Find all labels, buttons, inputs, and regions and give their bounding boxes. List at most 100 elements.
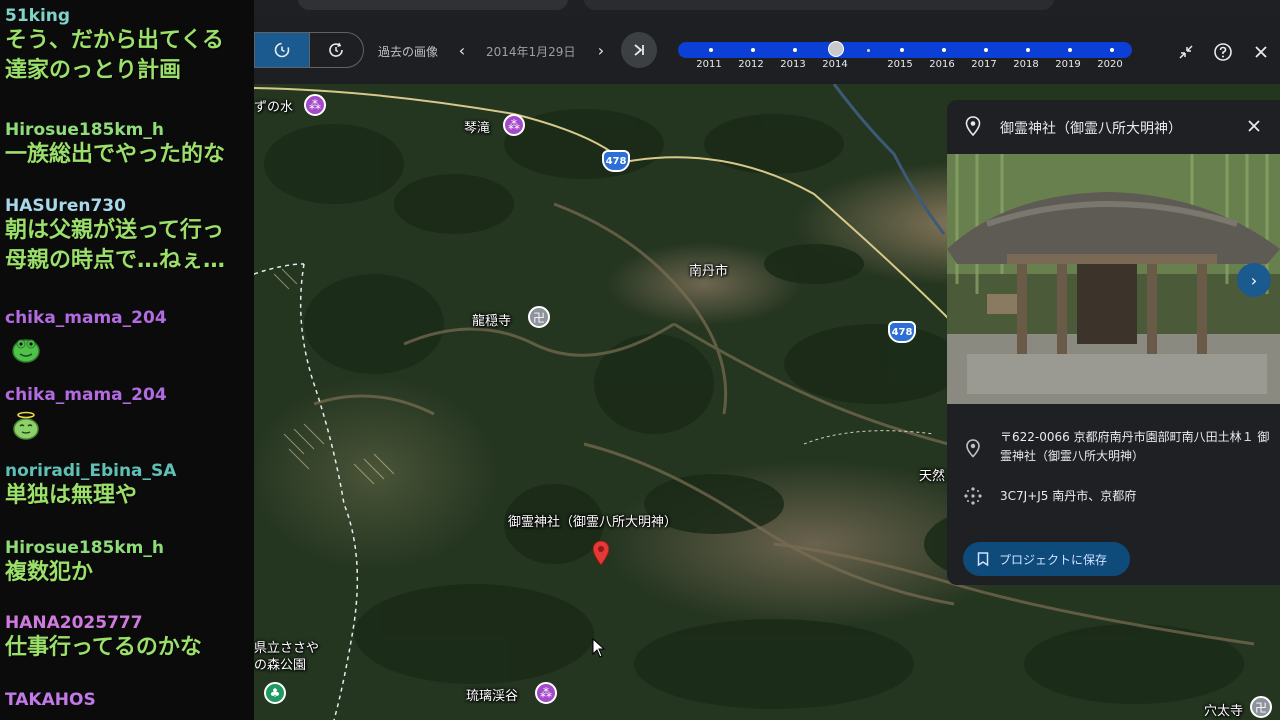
slider-tick[interactable] bbox=[751, 48, 755, 52]
attraction-pin-icon[interactable]: ⁂ bbox=[535, 682, 557, 704]
chat-username: HASUren730 bbox=[5, 196, 126, 216]
chat-panel: 51king そう、だから出てくる 達家のっとり計画 Hirosue185km_… bbox=[0, 0, 254, 720]
imagery-date: 2014年1月29日 bbox=[486, 45, 576, 59]
year-label[interactable]: 2018 bbox=[1013, 59, 1038, 70]
slider-tick[interactable] bbox=[709, 48, 713, 52]
save-button-label: プロジェクトに保存 bbox=[999, 552, 1108, 567]
slider-tick[interactable] bbox=[1026, 48, 1030, 52]
chat-text: そう、だから出てくる bbox=[5, 28, 224, 53]
imagery-mode-toggle[interactable] bbox=[254, 32, 364, 68]
slider-tick[interactable] bbox=[942, 48, 946, 52]
year-label[interactable]: 2020 bbox=[1097, 59, 1122, 70]
chat-username: 51king bbox=[5, 6, 71, 26]
route-shield-icon: 478 bbox=[602, 150, 630, 172]
chat-username: Hirosue185km_h bbox=[5, 120, 164, 140]
year-label[interactable]: 2011 bbox=[696, 59, 721, 70]
collapse-icon[interactable] bbox=[1175, 41, 1197, 63]
chat-message: Hirosue185km_h 一族総出でやった的な bbox=[5, 120, 225, 170]
year-label[interactable]: 2014 bbox=[822, 59, 847, 70]
slider-tick[interactable] bbox=[984, 48, 988, 52]
chat-message: 51king そう、だから出てくる 達家のっとり計画 bbox=[5, 6, 224, 86]
chat-username: noriradi_Ebina_SA bbox=[5, 461, 177, 481]
plus-code: 3C7J+J5 南丹市、京都府 bbox=[1000, 489, 1137, 503]
slider-tick[interactable] bbox=[867, 48, 870, 52]
map-label-ryuonji: 龍穏寺 bbox=[472, 314, 512, 329]
chevron-left-icon[interactable]: ‹ bbox=[452, 40, 472, 60]
park-pin-icon[interactable]: ♣ bbox=[264, 682, 286, 704]
route-shield-icon: 478 bbox=[888, 321, 916, 343]
search-box[interactable] bbox=[298, 0, 568, 10]
year-slider[interactable] bbox=[678, 41, 1132, 58]
current-imagery-button[interactable] bbox=[308, 33, 363, 67]
chat-text: 一族総出でやった的な bbox=[5, 142, 226, 167]
map-label-kotodaki: 琴滝 bbox=[464, 121, 491, 136]
chat-username: Hirosue185km_h bbox=[5, 538, 164, 558]
slider-tick[interactable] bbox=[900, 48, 904, 52]
map-label-tennen: 天然 bbox=[919, 469, 946, 484]
card-header: 御霊神社（御霊八所大明神） bbox=[947, 100, 1280, 154]
year-label[interactable]: 2017 bbox=[971, 59, 996, 70]
chat-text: 母親の時点で…ねぇ… bbox=[5, 248, 226, 273]
place-title: 御霊神社（御霊八所大明神） bbox=[1000, 121, 1182, 137]
skip-to-latest-button[interactable] bbox=[621, 32, 657, 68]
attraction-pin-icon[interactable]: ⁂ bbox=[503, 114, 525, 136]
location-pin-icon bbox=[966, 439, 980, 458]
chat-message: TAKAHOS bbox=[5, 690, 96, 710]
chat-message: noriradi_Ebina_SA 単独は無理や bbox=[5, 461, 176, 511]
past-imagery-label: 過去の画像 bbox=[378, 45, 439, 59]
place-photo[interactable] bbox=[947, 154, 1280, 404]
chat-text: 複数犯か bbox=[5, 560, 94, 585]
location-marker-icon[interactable] bbox=[593, 541, 609, 565]
slider-tick[interactable] bbox=[1068, 48, 1072, 52]
search-bar-strip bbox=[254, 0, 1280, 16]
attraction-pin-icon[interactable]: ⁂ bbox=[304, 94, 326, 116]
slider-tick[interactable] bbox=[793, 48, 797, 52]
place-info-card: 御霊神社（御霊八所大明神） › 〒622-0066 京都府南丹市園部町南八田土林… bbox=[947, 100, 1280, 585]
slider-thumb[interactable] bbox=[828, 41, 844, 57]
save-to-project-button[interactable]: プロジェクトに保存 bbox=[963, 542, 1130, 576]
chat-text: 仕事行ってるのかな bbox=[5, 635, 202, 660]
history-icon bbox=[274, 42, 290, 58]
chat-message: HANA2025777 仕事行ってるのかな bbox=[5, 613, 202, 663]
chat-text: 単独は無理や bbox=[5, 483, 138, 508]
layer-chips[interactable] bbox=[584, 0, 1054, 10]
map-label-anataji: 穴太寺 bbox=[1204, 704, 1244, 719]
slider-tick[interactable] bbox=[1110, 48, 1114, 52]
bookmark-icon bbox=[977, 552, 989, 566]
help-icon[interactable] bbox=[1212, 41, 1234, 63]
chat-message: chika_mama_204 bbox=[5, 308, 167, 364]
year-label[interactable]: 2012 bbox=[738, 59, 763, 70]
place-address: 〒622-0066 京都府南丹市園部町南八田土林１ 御霊神社（御霊八所大明神） bbox=[1000, 430, 1270, 463]
chat-message: chika_mama_204 bbox=[5, 385, 167, 441]
map-label-shrine: 御霊神社（御霊八所大明神） bbox=[508, 515, 678, 530]
chat-message: Hirosue185km_h 複数犯か bbox=[5, 538, 164, 588]
historical-imagery-button[interactable] bbox=[255, 33, 309, 67]
temple-pin-icon[interactable]: 卍 bbox=[1250, 696, 1272, 718]
historical-imagery-bar: 過去の画像 ‹ 2014年1月29日 › 2011 2012 2013 2014… bbox=[254, 16, 1280, 84]
location-pin-icon bbox=[965, 116, 981, 136]
frog-emote bbox=[12, 339, 40, 363]
year-label[interactable]: 2015 bbox=[887, 59, 912, 70]
frog-angel-emote bbox=[13, 411, 39, 440]
chat-text: 達家のっとり計画 bbox=[5, 58, 182, 83]
map-label-park2: の森公園 bbox=[254, 658, 307, 673]
map-label-zunomizu: ずの水 bbox=[254, 100, 294, 115]
chat-username: HANA2025777 bbox=[5, 613, 143, 633]
map-label-nantan-city: 南丹市 bbox=[689, 264, 729, 279]
chat-username: TAKAHOS bbox=[5, 690, 96, 710]
year-label[interactable]: 2016 bbox=[929, 59, 954, 70]
close-icon[interactable] bbox=[1242, 114, 1266, 138]
mouse-cursor-icon bbox=[592, 638, 606, 658]
plus-code-icon bbox=[964, 487, 982, 505]
map-label-rurikeikoku: 琉璃渓谷 bbox=[466, 689, 519, 704]
chat-text: 朝は父親が送って行っ bbox=[5, 218, 224, 243]
chevron-right-icon[interactable]: › bbox=[591, 40, 611, 60]
year-label[interactable]: 2019 bbox=[1055, 59, 1080, 70]
year-label[interactable]: 2013 bbox=[780, 59, 805, 70]
temple-pin-icon[interactable]: 卍 bbox=[528, 306, 550, 328]
next-photo-button[interactable]: › bbox=[1237, 263, 1271, 297]
clock-refresh-icon bbox=[329, 42, 344, 57]
close-icon[interactable] bbox=[1250, 41, 1272, 63]
chat-message: HASUren730 朝は父親が送って行っ 母親の時点で…ねぇ… bbox=[5, 196, 225, 276]
skip-end-icon bbox=[634, 44, 644, 56]
